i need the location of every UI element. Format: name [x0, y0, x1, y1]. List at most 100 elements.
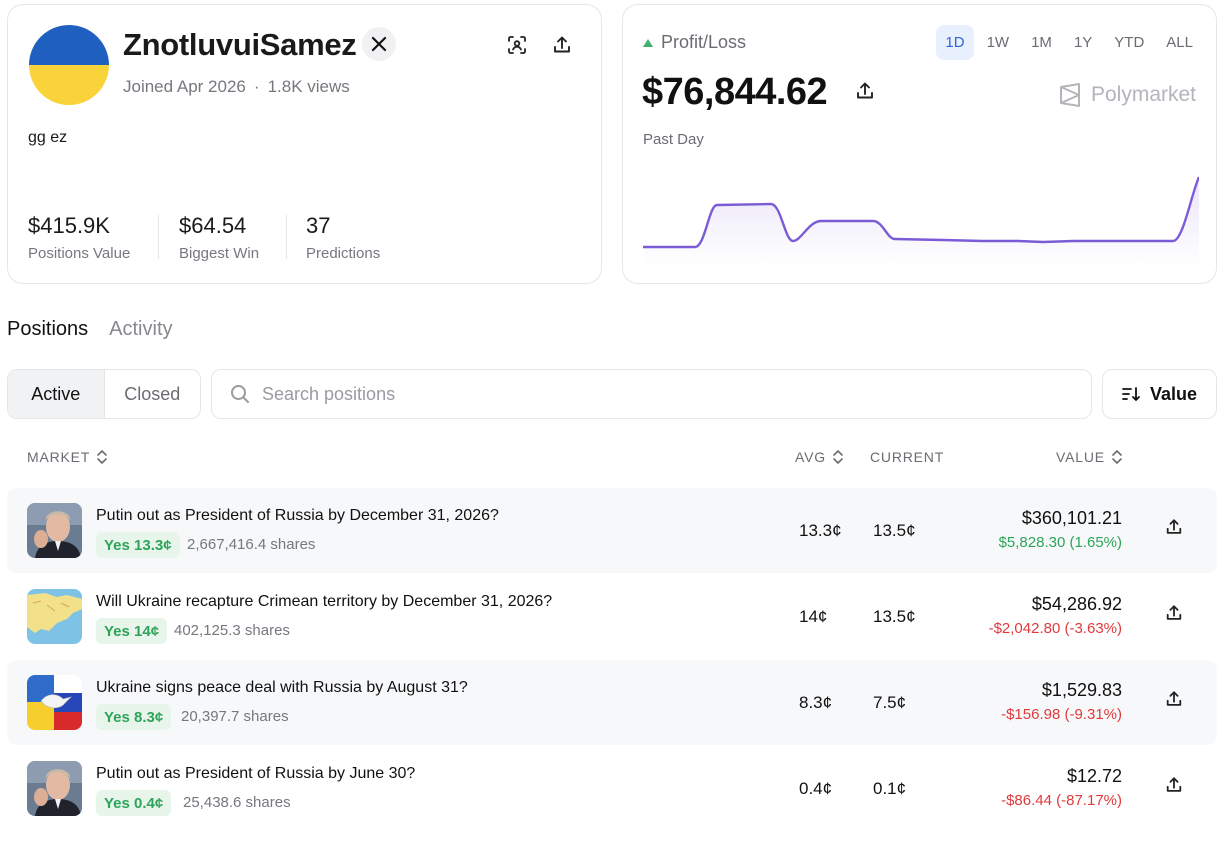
joined-date: Joined Apr 2026 [123, 77, 246, 96]
table-row[interactable]: Will Ukraine recapture Crimean territory… [7, 574, 1217, 659]
search-box[interactable] [211, 369, 1092, 419]
column-label: MARKET [27, 449, 91, 465]
range-1m[interactable]: 1M [1022, 25, 1061, 60]
status-segmented-control: Active Closed [7, 369, 201, 419]
column-current: CURRENT [870, 449, 944, 465]
column-market[interactable]: MARKET [27, 449, 108, 465]
polymarket-logo-icon [1059, 83, 1080, 107]
share-count: 25,438.6 shares [183, 794, 291, 811]
sort-button[interactable]: Value [1102, 369, 1217, 419]
share-icon[interactable] [1165, 604, 1183, 627]
share-icon[interactable] [1165, 776, 1183, 799]
position-change: -$2,042.80 (-3.63%) [988, 620, 1122, 637]
position-value: $54,286.92 [1031, 594, 1122, 614]
pnl-value: $76,844.62 [642, 71, 828, 113]
divider [158, 215, 159, 259]
position-value: $12.72 [1066, 766, 1122, 786]
position-change: -$156.98 (-9.31%) [1001, 706, 1122, 723]
share-count: 20,397.7 shares [181, 708, 289, 725]
stat-value: $64.54 [179, 213, 247, 238]
column-label: CURRENT [870, 449, 945, 465]
market-title[interactable]: Putin out as President of Russia by Dece… [96, 507, 499, 525]
avatar[interactable] [29, 25, 109, 105]
share-icon[interactable] [1165, 690, 1183, 713]
range-ytd[interactable]: YTD [1105, 25, 1153, 60]
polymarket-brand: Polymarket [1059, 83, 1196, 107]
segment-active[interactable]: Active [8, 370, 105, 418]
market-title[interactable]: Putin out as President of Russia by June… [96, 765, 415, 783]
stat-value: $415.9K [28, 213, 110, 238]
tab-activity[interactable]: Activity [109, 318, 172, 341]
position-change: $5,828.30 (1.65%) [998, 534, 1122, 551]
stat-predictions: 37 Predictions [306, 213, 380, 262]
avg-price: 13.3¢ [799, 521, 842, 540]
column-avg[interactable]: AVG [795, 449, 844, 465]
portrait-icon [27, 503, 82, 558]
current-price: 7.5¢ [873, 693, 907, 712]
pnl-label: Profit/Loss [643, 32, 746, 53]
username: ZnotluvuiSamez [123, 27, 357, 62]
stat-label: Positions Value [28, 245, 131, 262]
flags-dove-icon [27, 675, 82, 730]
profile-meta: Joined Apr 2026 · 1.8K views [123, 77, 350, 96]
pnl-chart-area [643, 177, 1199, 265]
stat-value: 37 [306, 213, 331, 238]
scan-icon[interactable] [503, 31, 531, 59]
table-row[interactable]: Putin out as President of Russia by Dece… [7, 488, 1217, 573]
sort-updown-icon [97, 450, 107, 464]
brand-name: Polymarket [1090, 83, 1196, 106]
map-icon [27, 589, 82, 644]
outcome-badge: Yes 13.3¢ [96, 532, 180, 558]
range-1w[interactable]: 1W [978, 25, 1019, 60]
table-row[interactable]: Putin out as President of Russia by June… [7, 746, 1217, 831]
divider [286, 215, 287, 259]
range-selector: 1D 1W 1M 1Y YTD ALL [936, 25, 1202, 60]
pnl-card: Profit/Loss 1D 1W 1M 1Y YTD ALL $76,844.… [622, 4, 1217, 284]
stat-biggest-win: $64.54 Biggest Win [179, 213, 259, 262]
tab-positions[interactable]: Positions [7, 318, 88, 341]
period-label: Past Day [643, 131, 704, 148]
position-change: -$86.44 (-87.17%) [1001, 792, 1122, 809]
pnl-label-text: Profit/Loss [661, 32, 747, 52]
current-price: 0.1¢ [873, 779, 907, 798]
position-value: $360,101.21 [1021, 508, 1122, 528]
avg-price: 8.3¢ [799, 693, 833, 712]
share-count: 2,667,416.4 shares [187, 536, 316, 553]
market-title[interactable]: Ukraine signs peace deal with Russia by … [96, 679, 468, 697]
bio: gg ez [28, 129, 68, 146]
stat-label: Predictions [306, 245, 381, 262]
search-input[interactable] [262, 383, 1042, 405]
share-icon[interactable] [548, 31, 576, 59]
column-value[interactable]: VALUE [1056, 449, 1123, 465]
profile-card: ZnotluvuiSamez Joined Apr 2026 · 1.8K view… [7, 4, 602, 284]
outcome-badge: Yes 8.3¢ [96, 704, 172, 730]
table-row[interactable]: Ukraine signs peace deal with Russia by … [7, 660, 1217, 745]
view-count: 1.8K views [267, 77, 350, 96]
sort-updown-icon [833, 450, 843, 464]
sort-updown-icon [1112, 450, 1122, 464]
column-label: AVG [795, 449, 826, 465]
segment-closed[interactable]: Closed [105, 370, 201, 418]
current-price: 13.5¢ [873, 521, 916, 540]
market-title[interactable]: Will Ukraine recapture Crimean territory… [96, 593, 552, 611]
range-1d[interactable]: 1D [936, 25, 974, 60]
share-icon[interactable] [855, 81, 875, 106]
stat-positions-value: $415.9K Positions Value [28, 213, 130, 262]
range-1y[interactable]: 1Y [1065, 25, 1101, 60]
pnl-chart [643, 176, 1199, 265]
sort-label: Value [1149, 383, 1198, 404]
share-count: 402,125.3 shares [174, 622, 290, 639]
share-icon[interactable] [1165, 518, 1183, 541]
search-icon [231, 385, 249, 403]
sort-icon [1122, 387, 1140, 401]
current-price: 13.5¢ [873, 607, 916, 626]
outcome-badge: Yes 0.4¢ [96, 790, 172, 816]
portrait-icon [27, 761, 82, 816]
x-social-icon[interactable] [362, 27, 396, 61]
avg-price: 14¢ [799, 607, 828, 626]
main-tabs: Positions Activity [7, 318, 173, 341]
trend-up-icon [643, 38, 653, 47]
avg-price: 0.4¢ [799, 779, 833, 798]
range-all[interactable]: ALL [1157, 25, 1202, 60]
position-value: $1,529.83 [1041, 680, 1122, 700]
